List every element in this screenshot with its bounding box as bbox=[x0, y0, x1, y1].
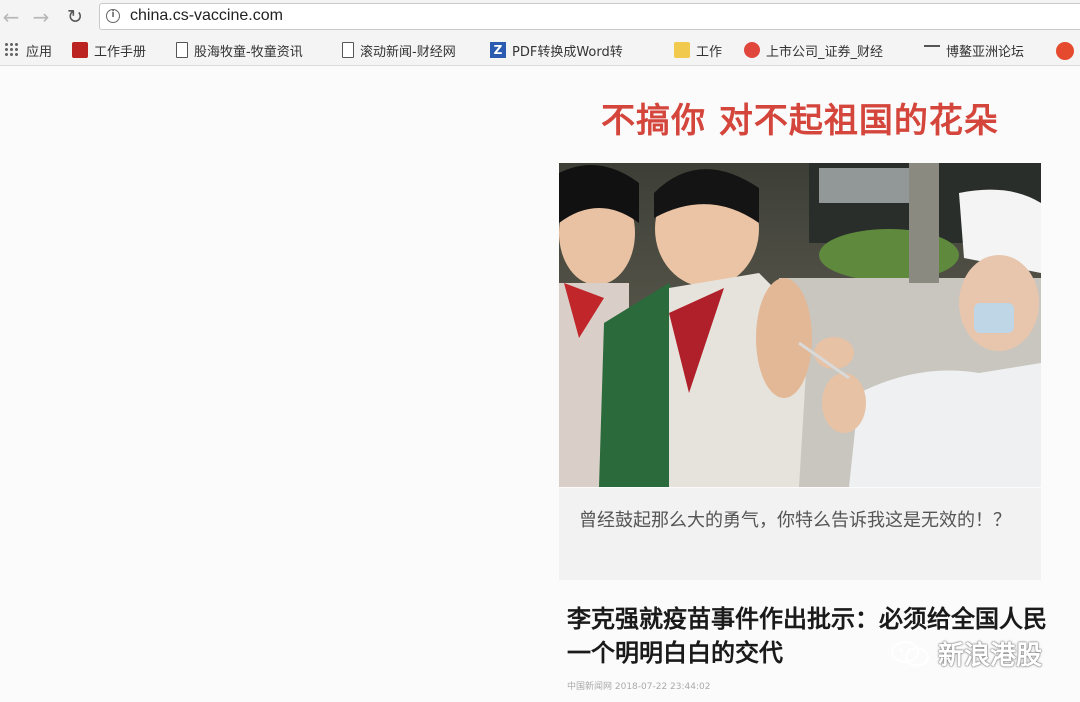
bookmark-label: 股海牧童-牧童资讯 bbox=[194, 44, 303, 60]
dash-logo-icon bbox=[924, 45, 940, 61]
z-logo-icon: Z bbox=[490, 42, 506, 58]
watermark-text: 新浪港股 bbox=[938, 641, 1043, 671]
bookmark-rolling-news[interactable]: 滚动新闻-财经网 bbox=[342, 40, 456, 60]
back-arrow-icon[interactable]: ← bbox=[0, 5, 22, 29]
bookmark-work-manual[interactable]: 工作手册 bbox=[72, 40, 146, 60]
bookmark-pdf-word[interactable]: Z PDF转换成Word转 bbox=[490, 40, 623, 60]
bookmark-label: 应用 bbox=[26, 44, 53, 60]
bookmark-work-folder[interactable]: 工作 bbox=[674, 40, 722, 60]
bookmark-label: PDF转换成Word转 bbox=[512, 44, 623, 60]
bookmark-guhai[interactable]: 股海牧童-牧童资讯 bbox=[176, 40, 303, 60]
article-meta: 中国新闻网 2018-07-22 23:44:02 bbox=[567, 682, 711, 692]
photo-caption-box: 曾经鼓起那么大的勇气，你特么告诉我这是无效的！？ bbox=[559, 488, 1041, 580]
info-icon[interactable]: i bbox=[106, 9, 120, 23]
photo-caption: 曾经鼓起那么大的勇气，你特么告诉我这是无效的！？ bbox=[579, 510, 1011, 531]
bookmark-label: 博鳌亚洲论坛 bbox=[946, 44, 1025, 60]
bookmark-apps[interactable]: 应用 bbox=[4, 40, 52, 60]
vaccination-photo-illustration bbox=[559, 163, 1041, 487]
reload-icon[interactable]: ↻ bbox=[64, 6, 86, 28]
bookmark-listed-companies[interactable]: 上市公司_证券_财经 bbox=[744, 40, 883, 60]
browser-toolbar: ← → ↻ i china.cs-vaccine.com bbox=[0, 0, 1080, 34]
bookmark-label: 工作 bbox=[696, 44, 723, 60]
forward-arrow-icon[interactable]: → bbox=[30, 5, 52, 29]
bookmark-label: 上市公司_证券_财经 bbox=[766, 44, 884, 60]
extension-icon[interactable] bbox=[1056, 42, 1074, 60]
red-logo-icon bbox=[72, 42, 88, 58]
watermark: 新浪港股 bbox=[890, 635, 1042, 672]
page-headline: 不搞你 对不起祖国的花朵 bbox=[601, 101, 999, 141]
bookmark-label: 滚动新闻-财经网 bbox=[360, 44, 456, 60]
bookmarks-bar: 应用 工作手册 股海牧童-牧童资讯 滚动新闻-财经网 Z PDF转换成Word转… bbox=[0, 34, 1080, 66]
folder-icon bbox=[674, 42, 690, 58]
apps-grid-icon bbox=[4, 42, 20, 58]
web-page: 不搞你 对不起祖国的花朵 曾经鼓起那么大的勇气，你特么告诉我这是无效的！？ 李克… bbox=[0, 67, 1080, 702]
wechat-icon bbox=[890, 640, 930, 667]
article-photo bbox=[559, 163, 1041, 487]
url-text[interactable]: china.cs-vaccine.com bbox=[130, 7, 283, 25]
page-icon bbox=[176, 42, 188, 58]
address-bar[interactable]: i china.cs-vaccine.com bbox=[99, 3, 1080, 30]
bookmark-label: 工作手册 bbox=[94, 44, 147, 60]
bookmark-boao[interactable]: 博鳌亚洲论坛 bbox=[924, 40, 1024, 60]
weibo-icon bbox=[744, 42, 760, 58]
page-icon bbox=[342, 42, 354, 58]
